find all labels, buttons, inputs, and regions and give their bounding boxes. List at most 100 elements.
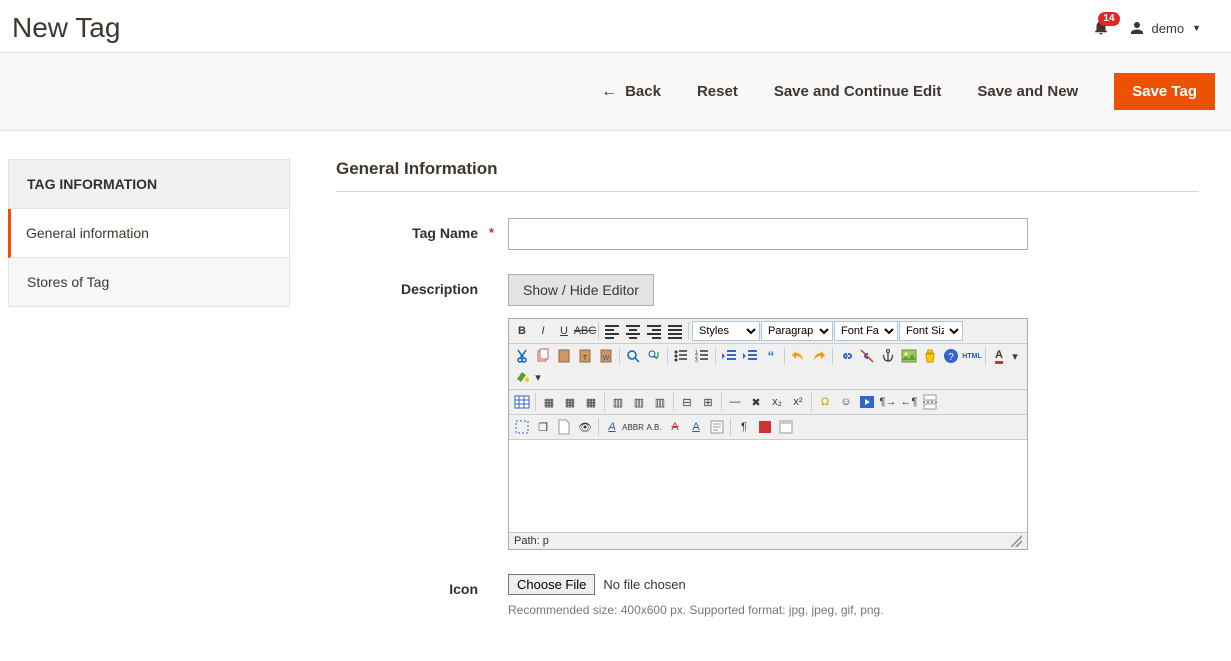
forecolor-dropdown-icon[interactable]: ▾ — [1010, 346, 1020, 366]
save-continue-button[interactable]: Save and Continue Edit — [774, 83, 942, 100]
visualchars-icon[interactable]: ¶ — [734, 417, 754, 437]
delete-row-icon[interactable]: ▦ — [581, 392, 601, 412]
table-icon[interactable] — [512, 392, 532, 412]
help-icon[interactable]: ? — [941, 346, 961, 366]
col-after-icon[interactable]: ▥ — [629, 392, 649, 412]
image-icon[interactable] — [899, 346, 919, 366]
username-label: demo — [1152, 21, 1185, 36]
undo-icon[interactable] — [788, 346, 808, 366]
align-center-icon[interactable] — [623, 321, 643, 341]
icon-label: Icon — [336, 574, 508, 597]
italic-icon[interactable]: I — [533, 321, 553, 341]
font-family-select[interactable]: Font Family — [834, 321, 898, 341]
unlink-icon[interactable] — [857, 346, 877, 366]
section-title: General Information — [336, 159, 1199, 192]
fullscreen-icon[interactable] — [512, 417, 532, 437]
anchor-icon[interactable] — [878, 346, 898, 366]
editor-path-label: Path: p — [514, 535, 549, 547]
attribs-icon[interactable] — [707, 417, 727, 437]
forecolor-icon[interactable]: A — [989, 346, 1009, 366]
resize-handle[interactable] — [1010, 535, 1022, 547]
reset-button[interactable]: Reset — [697, 83, 738, 100]
user-menu[interactable]: demo ▼ — [1128, 19, 1201, 37]
save-tag-button[interactable]: Save Tag — [1114, 73, 1215, 110]
backcolor-dropdown-icon[interactable]: ▾ — [533, 367, 543, 387]
blockquote-icon[interactable]: “ — [761, 346, 781, 366]
align-right-icon[interactable] — [644, 321, 664, 341]
paste-icon[interactable] — [554, 346, 574, 366]
ins-icon[interactable]: A — [686, 417, 706, 437]
del-icon[interactable]: A — [665, 417, 685, 437]
preview-icon[interactable]: 👁 — [575, 417, 595, 437]
merge-cells-icon[interactable]: ⊞ — [698, 392, 718, 412]
cut-icon[interactable] — [512, 346, 532, 366]
action-bar: ←Back Reset Save and Continue Edit Save … — [0, 52, 1231, 131]
number-list-icon[interactable]: 123 — [692, 346, 712, 366]
col-before-icon[interactable]: ▥ — [608, 392, 628, 412]
outdent-icon[interactable] — [719, 346, 739, 366]
editor-textarea[interactable] — [509, 440, 1027, 532]
align-justify-icon[interactable] — [665, 321, 685, 341]
choose-file-button[interactable]: Choose File — [508, 574, 595, 595]
delete-col-icon[interactable]: ▥ — [650, 392, 670, 412]
sidebar-tab-general[interactable]: General information — [8, 209, 290, 258]
admin-user-area: 14 demo ▼ — [1092, 18, 1201, 39]
svg-text:3: 3 — [695, 358, 698, 364]
font-size-select[interactable]: Font Size — [899, 321, 963, 341]
layer-icon[interactable]: ❐ — [533, 417, 553, 437]
backcolor-icon[interactable] — [512, 367, 532, 387]
strikethrough-icon[interactable]: ABC — [575, 321, 595, 341]
notification-bell[interactable]: 14 — [1092, 18, 1110, 39]
hr-icon[interactable]: — — [725, 392, 745, 412]
tag-name-input[interactable] — [508, 218, 1028, 250]
find-icon[interactable] — [623, 346, 643, 366]
align-left-icon[interactable] — [602, 321, 622, 341]
style-a-icon[interactable]: A — [602, 417, 622, 437]
paste-word-icon[interactable]: W — [596, 346, 616, 366]
bullet-list-icon[interactable] — [671, 346, 691, 366]
nbsp-icon[interactable] — [755, 417, 775, 437]
wysiwyg-editor: B I U ABC Styles Paragraph Font Family — [508, 318, 1028, 550]
new-doc-icon[interactable] — [554, 417, 574, 437]
bold-icon[interactable]: B — [512, 321, 532, 341]
sidebar-panel-title: TAG INFORMATION — [8, 159, 290, 209]
copy-icon[interactable] — [533, 346, 553, 366]
editor-toolbar-row-1: B I U ABC Styles Paragraph Font Family — [509, 319, 1027, 344]
page-break-icon[interactable] — [920, 392, 940, 412]
paste-text-icon[interactable]: T — [575, 346, 595, 366]
editor-toolbar-row-3: ▦ ▦ ▦ ▥ ▥ ▥ ⊟ ⊞ — ✖ x₂ x² — [509, 390, 1027, 415]
template-icon[interactable] — [776, 417, 796, 437]
tag-name-label: Tag Name — [336, 218, 508, 241]
remove-format-icon[interactable]: ✖ — [746, 392, 766, 412]
row-before-icon[interactable]: ▦ — [539, 392, 559, 412]
media-icon[interactable] — [857, 392, 877, 412]
split-cells-icon[interactable]: ⊟ — [677, 392, 697, 412]
replace-icon[interactable] — [644, 346, 664, 366]
sub-icon[interactable]: x₂ — [767, 392, 787, 412]
back-label: Back — [625, 83, 661, 100]
acronym-icon[interactable]: A.B. — [644, 417, 664, 437]
svg-text:T: T — [583, 355, 588, 362]
chevron-down-icon: ▼ — [1192, 23, 1201, 33]
row-after-icon[interactable]: ▦ — [560, 392, 580, 412]
html-icon[interactable]: HTML — [962, 346, 982, 366]
rtl-icon[interactable]: ←¶ — [899, 392, 919, 412]
redo-icon[interactable] — [809, 346, 829, 366]
styles-select[interactable]: Styles — [692, 321, 760, 341]
cleanup-icon[interactable] — [920, 346, 940, 366]
indent-icon[interactable] — [740, 346, 760, 366]
link-icon[interactable] — [836, 346, 856, 366]
back-button[interactable]: ←Back — [601, 83, 661, 101]
save-new-button[interactable]: Save and New — [977, 83, 1078, 100]
emoticon-icon[interactable]: ☺ — [836, 392, 856, 412]
sidebar-tab-stores[interactable]: Stores of Tag — [8, 258, 290, 307]
underline-icon[interactable]: U — [554, 321, 574, 341]
sup-icon[interactable]: x² — [788, 392, 808, 412]
cite-icon[interactable]: ABBR — [623, 417, 643, 437]
ltr-icon[interactable]: ¶→ — [878, 392, 898, 412]
toggle-editor-button[interactable]: Show / Hide Editor — [508, 274, 654, 306]
user-icon — [1128, 19, 1146, 37]
paragraph-select[interactable]: Paragraph — [761, 321, 833, 341]
file-status-text: No file chosen — [603, 577, 685, 592]
char-icon[interactable]: Ω — [815, 392, 835, 412]
